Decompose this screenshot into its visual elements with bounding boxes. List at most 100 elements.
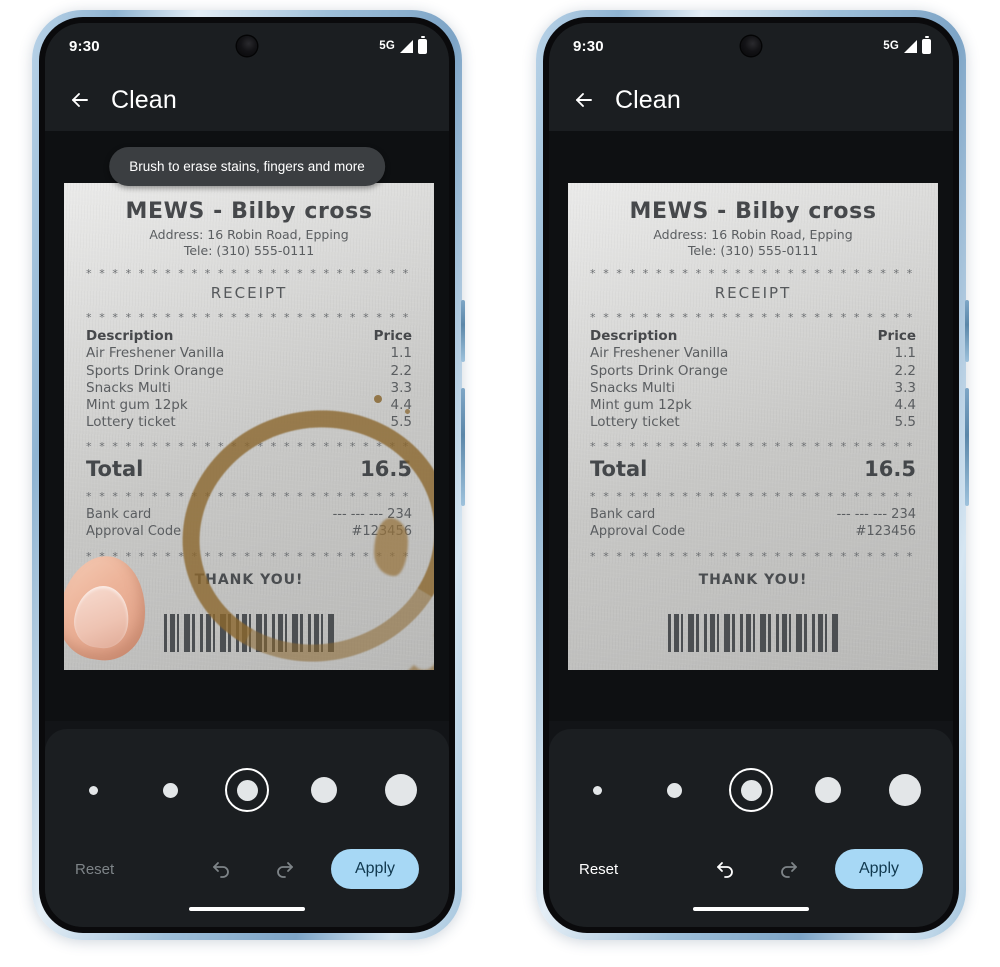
total-value: 16.5 <box>360 457 412 482</box>
item-price: 5.5 <box>390 413 412 430</box>
front-camera-icon <box>237 36 257 56</box>
status-bar: 9:30 5G <box>45 23 449 69</box>
receipt-line-item: Air Freshener Vanilla 1.1 <box>590 345 916 362</box>
item-price: 4.4 <box>894 396 916 413</box>
redo-arrow-icon[interactable] <box>271 856 297 882</box>
item-description: Lottery ticket <box>86 413 176 430</box>
apply-button[interactable]: Apply <box>330 849 419 889</box>
power-button[interactable] <box>965 300 969 362</box>
arrow-left-icon[interactable] <box>571 87 597 113</box>
brush-size-l[interactable] <box>302 768 346 812</box>
undo-arrow-icon[interactable] <box>209 856 235 882</box>
receipt-payment-row: Approval Code #123456 <box>86 524 412 541</box>
receipt-separator: * * * * * * * * * * * * * * * * * * * * … <box>590 549 916 563</box>
network-label: 5G <box>379 40 395 52</box>
receipt-separator: * * * * * * * * * * * * * * * * * * * * … <box>86 311 412 325</box>
app-bar: Clean <box>549 69 953 131</box>
home-indicator[interactable] <box>693 906 809 912</box>
brush-hint-tooltip: Brush to erase stains, fingers and more <box>109 147 385 186</box>
payment-label: Approval Code <box>590 523 686 539</box>
phone-bezel: 9:30 5G Clean MEWS - Bilby cross Address… <box>543 17 959 933</box>
undo-arrow-icon[interactable] <box>713 856 739 882</box>
receipt-separator: * * * * * * * * * * * * * * * * * * * * … <box>86 549 412 563</box>
receipt-total-row: Total 16.5 <box>86 457 412 481</box>
receipt-payment-row: Approval Code #123456 <box>590 524 916 541</box>
network-label: 5G <box>883 40 899 52</box>
receipt-payment-row: Bank card --- --- --- 234 <box>590 507 916 524</box>
item-description: Lottery ticket <box>590 413 680 430</box>
receipt-heading: RECEIPT <box>714 284 792 303</box>
receipt-image[interactable]: MEWS - Bilby cross Address: 16 Robin Roa… <box>64 183 434 670</box>
brush-size-selector <box>575 767 927 813</box>
apply-button[interactable]: Apply <box>834 849 923 889</box>
receipt-separator: * * * * * * * * * * * * * * * * * * * * … <box>86 440 412 454</box>
receipt-line-item: Snacks Multi 3.3 <box>86 380 412 397</box>
item-price: 2.2 <box>894 362 916 379</box>
payment-label: Bank card <box>590 507 656 523</box>
barcode-icon <box>668 614 838 652</box>
brush-size-m[interactable] <box>225 768 269 812</box>
receipt-phone: Tele: (310) 555-0111 <box>183 242 315 258</box>
receipt-separator: * * * * * * * * * * * * * * * * * * * * … <box>86 267 412 281</box>
payment-label: Approval Code <box>86 523 182 539</box>
screenshot-root: 9:30 5G Clean Brush to erase stains, fin… <box>0 0 1000 967</box>
total-label: Total <box>86 457 144 482</box>
arrow-left-icon[interactable] <box>67 87 93 113</box>
brush-size-s[interactable] <box>148 768 192 812</box>
item-description: Air Freshener Vanilla <box>590 345 729 362</box>
item-description: Air Freshener Vanilla <box>86 345 225 362</box>
brush-size-xl[interactable] <box>379 768 423 812</box>
column-description: Description <box>590 328 678 345</box>
status-time: 9:30 <box>573 37 604 55</box>
gesture-nav-bar[interactable] <box>549 891 953 927</box>
receipt-line-item: Sports Drink Orange 2.2 <box>590 363 916 380</box>
payment-value: --- --- --- 234 <box>332 507 412 523</box>
item-description: Sports Drink Orange <box>86 362 224 379</box>
signal-bars-icon <box>400 39 413 53</box>
receipt-line-item: Mint gum 12pk 4.4 <box>86 397 412 414</box>
image-canvas[interactable]: Brush to erase stains, fingers and more … <box>45 131 449 721</box>
item-price: 3.3 <box>894 379 916 396</box>
history-controls <box>209 856 297 882</box>
home-indicator[interactable] <box>189 906 305 912</box>
receipt-store-name: MEWS - Bilby cross <box>125 199 373 224</box>
receipt-separator: * * * * * * * * * * * * * * * * * * * * … <box>590 267 916 281</box>
total-label: Total <box>590 457 648 482</box>
item-description: Snacks Multi <box>86 379 171 396</box>
toolbar-actions: Reset Apply <box>71 849 423 889</box>
receipt-heading: RECEIPT <box>210 284 288 303</box>
receipt-image[interactable]: MEWS - Bilby cross Address: 16 Robin Roa… <box>568 183 938 670</box>
brush-size-l[interactable] <box>806 768 850 812</box>
payment-label: Bank card <box>86 507 152 523</box>
receipt-separator: * * * * * * * * * * * * * * * * * * * * … <box>86 490 412 504</box>
image-canvas[interactable]: MEWS - Bilby cross Address: 16 Robin Roa… <box>549 131 953 721</box>
item-price: 4.4 <box>390 396 412 413</box>
brush-size-s[interactable] <box>652 768 696 812</box>
item-price: 2.2 <box>390 362 412 379</box>
brush-size-xs[interactable] <box>575 768 619 812</box>
column-price: Price <box>373 328 412 345</box>
item-description: Mint gum 12pk <box>590 396 692 413</box>
receipt-line-item: Lottery ticket 5.5 <box>86 414 412 431</box>
status-indicators: 5G <box>883 38 931 54</box>
item-price: 3.3 <box>390 379 412 396</box>
coffee-stain-tail <box>394 615 434 670</box>
receipt-separator: * * * * * * * * * * * * * * * * * * * * … <box>590 440 916 454</box>
reset-button[interactable]: Reset <box>75 861 114 878</box>
volume-rocker[interactable] <box>965 388 969 506</box>
brush-size-xs[interactable] <box>71 768 115 812</box>
receipt-phone: Tele: (310) 555-0111 <box>687 242 819 258</box>
power-button[interactable] <box>461 300 465 362</box>
history-controls <box>713 856 801 882</box>
volume-rocker[interactable] <box>461 388 465 506</box>
brush-size-xl[interactable] <box>883 768 927 812</box>
gesture-nav-bar[interactable] <box>45 891 449 927</box>
phone-before: 9:30 5G Clean Brush to erase stains, fin… <box>32 10 465 940</box>
reset-button[interactable]: Reset <box>579 861 618 878</box>
redo-arrow-icon[interactable] <box>775 856 801 882</box>
phone-bezel: 9:30 5G Clean Brush to erase stains, fin… <box>39 17 455 933</box>
brush-size-m[interactable] <box>729 768 773 812</box>
signal-bars-icon <box>904 39 917 53</box>
receipt-store-name: MEWS - Bilby cross <box>629 199 877 224</box>
phone-after: 9:30 5G Clean MEWS - Bilby cross Address… <box>536 10 969 940</box>
